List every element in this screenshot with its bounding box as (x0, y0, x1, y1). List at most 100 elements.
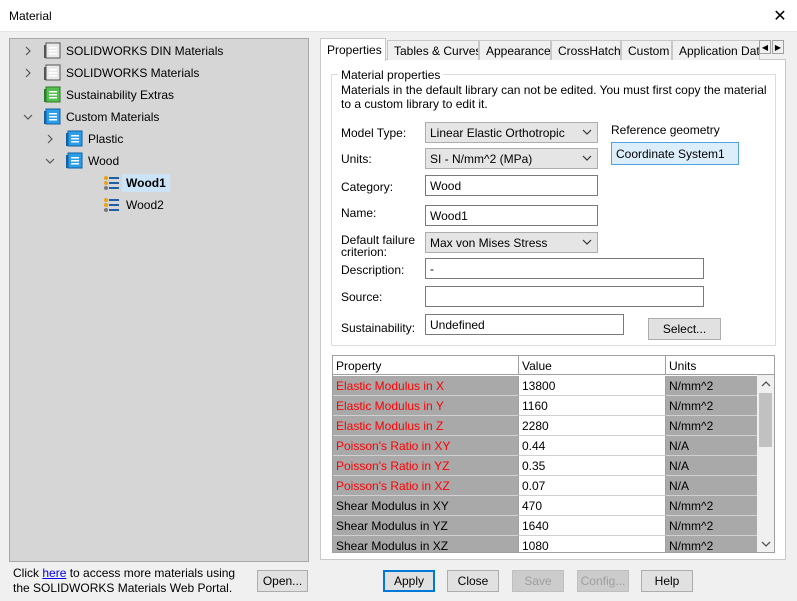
tab-scroll-left-icon[interactable]: ◀ (759, 40, 771, 54)
chevron-down-icon[interactable] (20, 106, 36, 128)
header-property[interactable]: Property (333, 356, 519, 375)
property-value-field[interactable]: 1080 (519, 536, 666, 552)
table-row[interactable]: Poisson's Ratio in XY 0.44 N/A (333, 436, 758, 456)
tree-item-wood1[interactable]: Wood1 (80, 172, 170, 194)
table-row[interactable]: Poisson's Ratio in XZ 0.07 N/A (333, 476, 758, 496)
table-row[interactable]: Elastic Modulus in Y 1160 N/mm^2 (333, 396, 758, 416)
tab-scroll-right-icon[interactable]: ▶ (772, 40, 784, 54)
close-button[interactable]: Close (447, 570, 499, 592)
property-units[interactable]: N/mm^2 (666, 496, 758, 516)
property-name: Poisson's Ratio in YZ (333, 456, 519, 476)
sustainability-field[interactable]: Undefined (425, 314, 624, 335)
tab-appearance[interactable]: Appearance (479, 40, 551, 60)
property-name: Poisson's Ratio in XY (333, 436, 519, 456)
property-units[interactable]: N/A (666, 476, 758, 496)
property-units[interactable]: N/A (666, 436, 758, 456)
category-field[interactable]: Wood (425, 175, 598, 196)
web-portal-link[interactable]: here (42, 566, 66, 580)
table-row[interactable]: Shear Modulus in XY 470 N/mm^2 (333, 496, 758, 516)
tree-item-label: Plastic (88, 132, 124, 146)
category-folder-icon (65, 152, 83, 170)
table-row[interactable]: Elastic Modulus in X 13800 N/mm^2 (333, 376, 758, 396)
property-units[interactable]: N/mm^2 (666, 396, 758, 416)
table-scrollbar[interactable] (757, 375, 774, 552)
chevron-down-icon[interactable] (42, 150, 58, 172)
tab-properties[interactable]: Properties (320, 38, 386, 61)
table-row[interactable]: Elastic Modulus in Z 2280 N/mm^2 (333, 416, 758, 436)
chevron-down-icon (582, 129, 592, 135)
library-note: Materials in the default library can not… (341, 83, 767, 111)
config-button[interactable]: Config... (577, 570, 629, 592)
web-portal-note: Click here to access more materials usin… (13, 566, 253, 596)
header-units[interactable]: Units (666, 356, 774, 375)
save-button[interactable]: Save (512, 570, 564, 592)
property-value-field[interactable]: 13800 (519, 376, 666, 396)
property-units[interactable]: N/mm^2 (666, 376, 758, 396)
property-units[interactable]: N/mm^2 (666, 416, 758, 436)
property-value-field[interactable]: 1640 (519, 516, 666, 536)
help-button[interactable]: Help (641, 570, 693, 592)
library-book-icon (43, 64, 61, 82)
tree-item-label: Sustainability Extras (66, 88, 175, 102)
material-list-icon (103, 174, 121, 192)
tree-item-solidworks-materials[interactable]: SOLIDWORKS Materials (20, 62, 199, 84)
scroll-thumb[interactable] (759, 393, 772, 447)
failure-criterion-select[interactable]: Max von Mises Stress (425, 232, 598, 253)
sustainability-label: Sustainability: (341, 321, 416, 335)
tree-item-custom-materials[interactable]: Custom Materials (20, 106, 159, 128)
tree-item-plastic[interactable]: Plastic (42, 128, 123, 150)
property-value-field[interactable]: 0.07 (519, 476, 666, 496)
property-value-field[interactable]: 470 (519, 496, 666, 516)
library-book-icon (43, 42, 61, 60)
property-value-field[interactable]: 2280 (519, 416, 666, 436)
model-type-select[interactable]: Linear Elastic Orthotropic (425, 122, 598, 143)
chevron-right-icon[interactable] (20, 62, 36, 84)
tree-item-label: Wood2 (126, 198, 164, 212)
reference-geometry-field[interactable]: Coordinate System1 (611, 142, 739, 165)
header-value[interactable]: Value (519, 356, 666, 375)
scroll-down-icon[interactable] (757, 535, 774, 552)
property-name: Shear Modulus in XZ (333, 536, 519, 552)
tree-item-wood2[interactable]: Wood2 (80, 194, 164, 216)
open-button[interactable]: Open... (257, 570, 308, 592)
chevron-right-icon[interactable] (20, 40, 36, 62)
units-select[interactable]: SI - N/mm^2 (MPa) (425, 148, 598, 169)
category-label: Category: (341, 180, 394, 194)
name-field[interactable]: Wood1 (425, 205, 598, 226)
chevron-down-icon (582, 239, 592, 245)
tab-application-dat[interactable]: Application Dat (672, 40, 760, 60)
property-name: Elastic Modulus in X (333, 376, 519, 396)
property-table: Property Value Units Elastic Modulus in … (332, 355, 775, 553)
category-folder-icon (65, 130, 83, 148)
property-units[interactable]: N/mm^2 (666, 536, 758, 552)
tab-crosshatch[interactable]: CrossHatch (551, 40, 621, 60)
tree-item-solidworks-din-materials[interactable]: SOLIDWORKS DIN Materials (20, 40, 223, 62)
table-row[interactable]: Shear Modulus in XZ 1080 N/mm^2 (333, 536, 758, 552)
table-row[interactable]: Poisson's Ratio in YZ 0.35 N/A (333, 456, 758, 476)
custom-library-icon (43, 108, 61, 126)
property-value-field[interactable]: 0.44 (519, 436, 666, 456)
select-button[interactable]: Select... (648, 318, 721, 340)
tree-item-label: Wood (88, 154, 120, 168)
table-row[interactable]: Shear Modulus in YZ 1640 N/mm^2 (333, 516, 758, 536)
material-tree[interactable]: SOLIDWORKS DIN Materials SOLIDWORKS Mater… (9, 38, 309, 562)
property-value-field[interactable]: 0.35 (519, 456, 666, 476)
tree-item-sustainability-extras[interactable]: Sustainability Extras (20, 84, 174, 106)
tree-item-wood[interactable]: Wood (42, 150, 119, 172)
property-units[interactable]: N/A (666, 456, 758, 476)
description-field[interactable]: - (425, 258, 704, 279)
tree-item-label: SOLIDWORKS DIN Materials (66, 44, 224, 58)
close-icon[interactable]: ✕ (763, 0, 797, 32)
tab-custom[interactable]: Custom (621, 40, 672, 60)
tab-tables-curves[interactable]: Tables & Curves (387, 40, 479, 60)
model-type-label: Model Type: (341, 126, 407, 140)
units-value: SI - N/mm^2 (MPa) (430, 151, 533, 166)
group-title: Material properties (338, 68, 444, 82)
apply-button[interactable]: Apply (383, 570, 435, 592)
property-units[interactable]: N/mm^2 (666, 516, 758, 536)
scroll-up-icon[interactable] (757, 375, 774, 392)
property-value-field[interactable]: 1160 (519, 396, 666, 416)
source-field[interactable] (425, 286, 704, 307)
chevron-right-icon[interactable] (42, 128, 58, 150)
